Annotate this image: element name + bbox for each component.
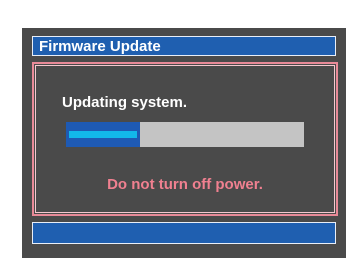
title-bar: Firmware Update — [32, 36, 336, 56]
update-progress-fill-highlight — [69, 131, 137, 138]
firmware-update-screen: Firmware Update Updating system. Do not … — [22, 28, 346, 258]
power-warning-text: Do not turn off power. — [107, 176, 263, 193]
screen-title: Firmware Update — [39, 38, 161, 55]
update-status-text: Updating system. — [62, 94, 188, 111]
update-content-panel: Updating system. Do not turn off power. — [32, 62, 338, 216]
update-progress-fill — [66, 122, 140, 147]
update-progress-bar — [66, 122, 304, 147]
bottom-status-bar — [32, 222, 336, 244]
